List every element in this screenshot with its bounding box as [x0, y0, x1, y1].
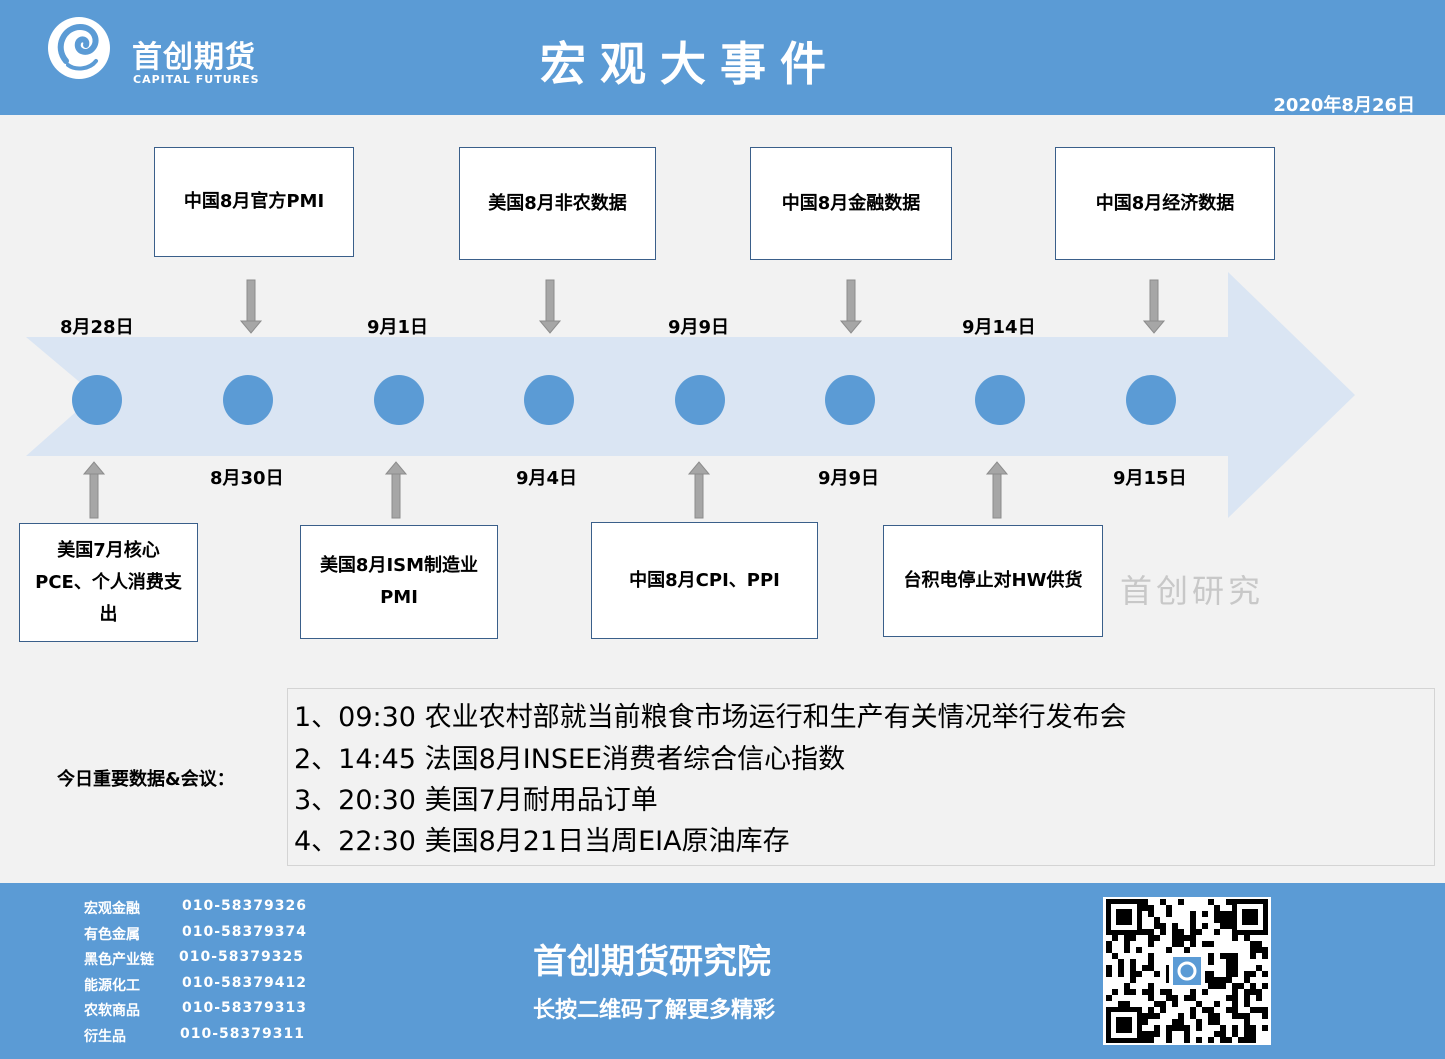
event-label: 中国8月官方PMI — [183, 191, 325, 212]
timeline-node — [524, 375, 574, 425]
event-label-line: 美国7月核心 — [57, 539, 160, 561]
contact-dept: 农软商品 — [84, 1003, 140, 1019]
date-label-top-2: 9月1日 — [367, 317, 429, 338]
timeline-node — [675, 375, 725, 425]
contact-dept: 衍生品 — [84, 1029, 126, 1045]
today-item: 2、14:45 法国8月INSEE消费者综合信心指数 — [294, 744, 846, 775]
timeline-node — [72, 375, 122, 425]
date-label-top-4: 9月14日 — [962, 317, 1036, 338]
timeline-node — [1126, 375, 1176, 425]
down-arrow-icon — [239, 279, 263, 334]
event-label: 中国8月金融数据 — [781, 192, 921, 214]
date-label-bottom-3: 9月9日 — [818, 468, 880, 489]
date-label-bottom-2: 9月4日 — [516, 468, 578, 489]
contact-phone: 010-58379313 — [182, 1000, 307, 1016]
contact-phone: 010-58379311 — [180, 1026, 305, 1042]
date-label-bottom-4: 9月15日 — [1113, 468, 1187, 489]
date-label-top-3: 9月9日 — [668, 317, 730, 338]
up-arrow-icon — [384, 461, 408, 519]
up-arrow-icon — [687, 461, 711, 519]
contact-dept: 黑色产业链 — [84, 952, 154, 968]
timeline-node — [374, 375, 424, 425]
timeline-node — [975, 375, 1025, 425]
event-label-line: PCE、个人消费支 — [35, 571, 182, 593]
event-box-bottom-4: 台积电停止对HW供货 — [883, 525, 1103, 637]
qr-code-icon — [1103, 897, 1271, 1045]
event-box-top-4: 中国8月经济数据 — [1055, 147, 1275, 260]
today-label: 今日重要数据&会议： — [57, 769, 235, 790]
down-arrow-icon — [839, 279, 863, 334]
contact-dept: 能源化工 — [84, 978, 140, 994]
event-box-bottom-1: 美国7月核心 PCE、个人消费支 出 — [19, 523, 198, 642]
date-label-top-1: 8月28日 — [60, 317, 134, 338]
event-label: 中国8月经济数据 — [1095, 192, 1235, 214]
contact-phone: 010-58379326 — [182, 898, 307, 914]
watermark-text: 首创研究 — [1120, 572, 1265, 610]
down-arrow-icon — [538, 279, 562, 334]
date-label-bottom-1: 8月30日 — [210, 468, 284, 489]
contact-dept: 有色金属 — [84, 927, 140, 943]
footer-subtitle: 长按二维码了解更多精彩 — [533, 998, 776, 1023]
down-arrow-icon — [1142, 279, 1166, 334]
event-box-top-2: 美国8月非农数据 — [459, 147, 656, 260]
up-arrow-icon — [985, 461, 1009, 519]
event-box-top-1: 中国8月官方PMI — [154, 147, 354, 257]
footer-title: 首创期货研究院 — [533, 942, 771, 982]
today-item: 1、09:30 农业农村部就当前粮食市场运行和生产有关情况举行发布会 — [294, 702, 1127, 733]
event-label-line: 台积电停止对HW供货 — [903, 570, 1083, 591]
event-label-line: 美国8月ISM制造业 — [319, 555, 479, 576]
event-box-top-3: 中国8月金融数据 — [750, 147, 952, 260]
event-label-line: 出 — [99, 603, 118, 625]
today-panel: 1、09:30 农业农村部就当前粮食市场运行和生产有关情况举行发布会 2、14:… — [287, 688, 1435, 866]
event-box-bottom-3: 中国8月CPI、PPI — [591, 522, 818, 639]
today-item: 4、22:30 美国8月21日当周EIA原油库存 — [294, 826, 790, 857]
contact-phone: 010-58379412 — [182, 975, 307, 991]
event-box-bottom-2: 美国8月ISM制造业 PMI — [300, 525, 498, 639]
up-arrow-icon — [82, 461, 106, 519]
contact-phone: 010-58379325 — [179, 949, 304, 965]
event-label-line: 中国8月CPI、PPI — [629, 569, 780, 591]
timeline-node — [223, 375, 273, 425]
event-label-line: PMI — [380, 587, 418, 608]
event-label: 美国8月非农数据 — [488, 192, 627, 214]
contact-dept: 宏观金融 — [84, 901, 140, 917]
today-item: 3、20:30 美国7月耐用品订单 — [294, 785, 658, 816]
timeline-node — [825, 375, 875, 425]
contact-phone: 010-58379374 — [182, 924, 307, 940]
